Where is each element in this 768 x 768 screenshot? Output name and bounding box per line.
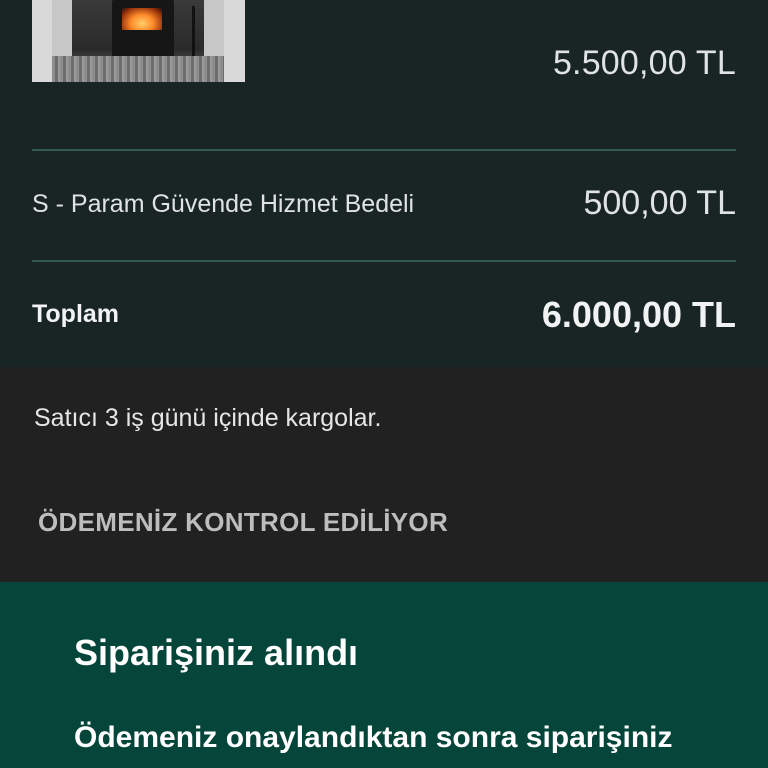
fire-image: [122, 8, 162, 30]
divider: [32, 260, 736, 262]
order-confirmation-panel: Siparişiniz alındı Ödemeniz onaylandıkta…: [0, 582, 768, 768]
total-value: 6.000,00 TL: [541, 294, 736, 335]
payment-status: ÖDEMENİZ KONTROL EDİLİYOR: [38, 507, 449, 537]
total-label: Toplam: [32, 300, 120, 328]
service-fee-value: 500,00 TL: [583, 184, 736, 222]
stove-image: [112, 0, 174, 58]
divider: [32, 149, 736, 151]
order-summary-card: 5.500,00 TL S - Param Güvende Hizmet Bed…: [0, 0, 768, 367]
product-thumbnail[interactable]: [32, 0, 245, 82]
shipping-note: Satıcı 3 iş günü içinde kargolar.: [34, 404, 382, 432]
confirmation-text: Ödemeniz onaylandıktan sonra siparişiniz: [74, 721, 673, 754]
item-price: 5.500,00 TL: [552, 44, 736, 82]
stove-photo: [52, 0, 224, 82]
confirmation-title: Siparişiniz alındı: [74, 632, 359, 673]
fireplace-tools-image: [192, 6, 203, 62]
floor-image: [52, 56, 224, 82]
service-fee-label: S - Param Güvende Hizmet Bedeli: [32, 190, 415, 218]
